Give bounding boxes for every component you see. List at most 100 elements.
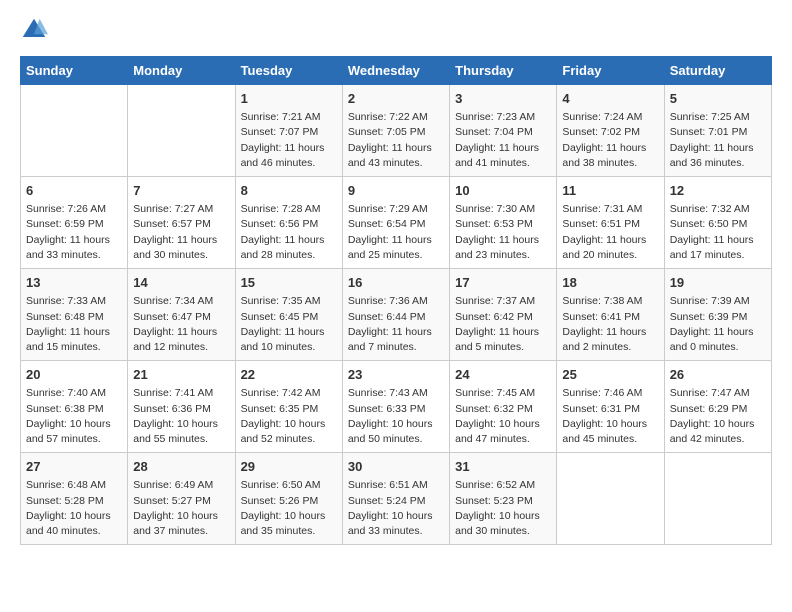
day-number: 17: [455, 274, 551, 292]
logo-icon: [20, 16, 48, 44]
cell-info: Sunrise: 7:37 AMSunset: 6:42 PMDaylight:…: [455, 294, 551, 355]
calendar-cell: 2Sunrise: 7:22 AMSunset: 7:05 PMDaylight…: [342, 85, 449, 177]
week-row-3: 13 Sunrise: 7:33 AMSunset: 6:48 PMDayligh…: [21, 269, 772, 361]
cell-info: Sunrise: 7:45 AMSunset: 6:32 PMDaylight:…: [455, 386, 551, 447]
col-header-wednesday: Wednesday: [342, 57, 449, 85]
day-number: 28: [133, 458, 229, 476]
cell-info: Sunrise: 6:49 AMSunset: 5:27 PMDaylight:…: [133, 478, 229, 539]
calendar-cell: 20Sunrise: 7:40 AMSunset: 6:38 PMDayligh…: [21, 361, 128, 453]
cell-info: Sunrise: 7:42 AMSunset: 6:35 PMDaylight:…: [241, 386, 337, 447]
day-number: 18: [562, 274, 658, 292]
calendar-cell: 10Sunrise: 7:30 AMSunset: 6:53 PMDayligh…: [450, 177, 557, 269]
col-header-thursday: Thursday: [450, 57, 557, 85]
cell-info: Sunrise: 7:47 AMSunset: 6:29 PMDaylight:…: [670, 386, 766, 447]
day-number: 27: [26, 458, 122, 476]
calendar-cell: 12 Sunrise: 7:32 AMSunset: 6:50 PMDayligh…: [664, 177, 771, 269]
week-row-1: 1 Sunrise: 7:21 AMSunset: 7:07 PMDaylight…: [21, 85, 772, 177]
calendar-cell: 28 Sunrise: 6:49 AMSunset: 5:27 PMDayligh…: [128, 453, 235, 545]
cell-info: Sunrise: 7:26 AMSunset: 6:59 PMDaylight:…: [26, 202, 122, 263]
calendar-cell: 29 Sunrise: 6:50 AMSunset: 5:26 PMDayligh…: [235, 453, 342, 545]
day-number: 16: [348, 274, 444, 292]
day-number: 11: [562, 182, 658, 200]
day-number: 24: [455, 366, 551, 384]
calendar-cell: 23Sunrise: 7:43 AMSunset: 6:33 PMDayligh…: [342, 361, 449, 453]
cell-info: Sunrise: 7:31 AMSunset: 6:51 PMDaylight:…: [562, 202, 658, 263]
calendar-cell: 24 Sunrise: 7:45 AMSunset: 6:32 PMDayligh…: [450, 361, 557, 453]
calendar-cell: 1 Sunrise: 7:21 AMSunset: 7:07 PMDaylight…: [235, 85, 342, 177]
header: [20, 16, 772, 44]
day-number: 25: [562, 366, 658, 384]
day-number: 15: [241, 274, 337, 292]
calendar-cell: 22 Sunrise: 7:42 AMSunset: 6:35 PMDayligh…: [235, 361, 342, 453]
page: SundayMondayTuesdayWednesdayThursdayFrid…: [0, 0, 792, 561]
day-number: 3: [455, 90, 551, 108]
cell-info: Sunrise: 7:24 AMSunset: 7:02 PMDaylight:…: [562, 110, 658, 171]
calendar-cell: 8 Sunrise: 7:28 AMSunset: 6:56 PMDaylight…: [235, 177, 342, 269]
cell-info: Sunrise: 7:38 AMSunset: 6:41 PMDaylight:…: [562, 294, 658, 355]
cell-info: Sunrise: 7:29 AMSunset: 6:54 PMDaylight:…: [348, 202, 444, 263]
calendar-cell: 7 Sunrise: 7:27 AMSunset: 6:57 PMDaylight…: [128, 177, 235, 269]
cell-info: Sunrise: 6:48 AMSunset: 5:28 PMDaylight:…: [26, 478, 122, 539]
cell-info: Sunrise: 7:34 AMSunset: 6:47 PMDaylight:…: [133, 294, 229, 355]
calendar-cell: [557, 453, 664, 545]
day-number: 29: [241, 458, 337, 476]
calendar-cell: 14 Sunrise: 7:34 AMSunset: 6:47 PMDayligh…: [128, 269, 235, 361]
calendar-cell: 26 Sunrise: 7:47 AMSunset: 6:29 PMDayligh…: [664, 361, 771, 453]
day-number: 8: [241, 182, 337, 200]
day-number: 22: [241, 366, 337, 384]
calendar-cell: 15 Sunrise: 7:35 AMSunset: 6:45 PMDayligh…: [235, 269, 342, 361]
calendar-cell: [664, 453, 771, 545]
calendar-cell: 5Sunrise: 7:25 AMSunset: 7:01 PMDaylight…: [664, 85, 771, 177]
day-number: 2: [348, 90, 444, 108]
week-row-5: 27 Sunrise: 6:48 AMSunset: 5:28 PMDayligh…: [21, 453, 772, 545]
day-number: 21: [133, 366, 229, 384]
cell-info: Sunrise: 7:33 AMSunset: 6:48 PMDaylight:…: [26, 294, 122, 355]
calendar-cell: [21, 85, 128, 177]
cell-info: Sunrise: 7:35 AMSunset: 6:45 PMDaylight:…: [241, 294, 337, 355]
week-row-2: 6 Sunrise: 7:26 AMSunset: 6:59 PMDaylight…: [21, 177, 772, 269]
week-row-4: 20Sunrise: 7:40 AMSunset: 6:38 PMDayligh…: [21, 361, 772, 453]
day-number: 7: [133, 182, 229, 200]
calendar-cell: 13 Sunrise: 7:33 AMSunset: 6:48 PMDayligh…: [21, 269, 128, 361]
calendar-cell: 18 Sunrise: 7:38 AMSunset: 6:41 PMDayligh…: [557, 269, 664, 361]
calendar-cell: 27 Sunrise: 6:48 AMSunset: 5:28 PMDayligh…: [21, 453, 128, 545]
logo: [20, 16, 52, 44]
cell-info: Sunrise: 7:36 AMSunset: 6:44 PMDaylight:…: [348, 294, 444, 355]
calendar-table: SundayMondayTuesdayWednesdayThursdayFrid…: [20, 56, 772, 545]
day-number: 14: [133, 274, 229, 292]
calendar-cell: 19Sunrise: 7:39 AMSunset: 6:39 PMDayligh…: [664, 269, 771, 361]
cell-info: Sunrise: 7:32 AMSunset: 6:50 PMDaylight:…: [670, 202, 766, 263]
col-header-friday: Friday: [557, 57, 664, 85]
calendar-cell: [128, 85, 235, 177]
calendar-cell: 9 Sunrise: 7:29 AMSunset: 6:54 PMDaylight…: [342, 177, 449, 269]
day-number: 30: [348, 458, 444, 476]
day-number: 13: [26, 274, 122, 292]
day-number: 12: [670, 182, 766, 200]
day-number: 31: [455, 458, 551, 476]
day-number: 5: [670, 90, 766, 108]
day-number: 9: [348, 182, 444, 200]
cell-info: Sunrise: 7:46 AMSunset: 6:31 PMDaylight:…: [562, 386, 658, 447]
day-number: 4: [562, 90, 658, 108]
calendar-cell: 6 Sunrise: 7:26 AMSunset: 6:59 PMDaylight…: [21, 177, 128, 269]
calendar-cell: 30 Sunrise: 6:51 AMSunset: 5:24 PMDayligh…: [342, 453, 449, 545]
day-number: 1: [241, 90, 337, 108]
cell-info: Sunrise: 7:28 AMSunset: 6:56 PMDaylight:…: [241, 202, 337, 263]
cell-info: Sunrise: 6:51 AMSunset: 5:24 PMDaylight:…: [348, 478, 444, 539]
day-number: 10: [455, 182, 551, 200]
day-number: 6: [26, 182, 122, 200]
calendar-cell: 17 Sunrise: 7:37 AMSunset: 6:42 PMDayligh…: [450, 269, 557, 361]
header-row: SundayMondayTuesdayWednesdayThursdayFrid…: [21, 57, 772, 85]
calendar-cell: 16 Sunrise: 7:36 AMSunset: 6:44 PMDayligh…: [342, 269, 449, 361]
day-number: 23: [348, 366, 444, 384]
day-number: 26: [670, 366, 766, 384]
col-header-sunday: Sunday: [21, 57, 128, 85]
cell-info: Sunrise: 7:21 AMSunset: 7:07 PMDaylight:…: [241, 110, 337, 171]
day-number: 19: [670, 274, 766, 292]
col-header-monday: Monday: [128, 57, 235, 85]
calendar-cell: 21Sunrise: 7:41 AMSunset: 6:36 PMDayligh…: [128, 361, 235, 453]
calendar-cell: 11 Sunrise: 7:31 AMSunset: 6:51 PMDayligh…: [557, 177, 664, 269]
col-header-tuesday: Tuesday: [235, 57, 342, 85]
cell-info: Sunrise: 6:50 AMSunset: 5:26 PMDaylight:…: [241, 478, 337, 539]
cell-info: Sunrise: 7:27 AMSunset: 6:57 PMDaylight:…: [133, 202, 229, 263]
